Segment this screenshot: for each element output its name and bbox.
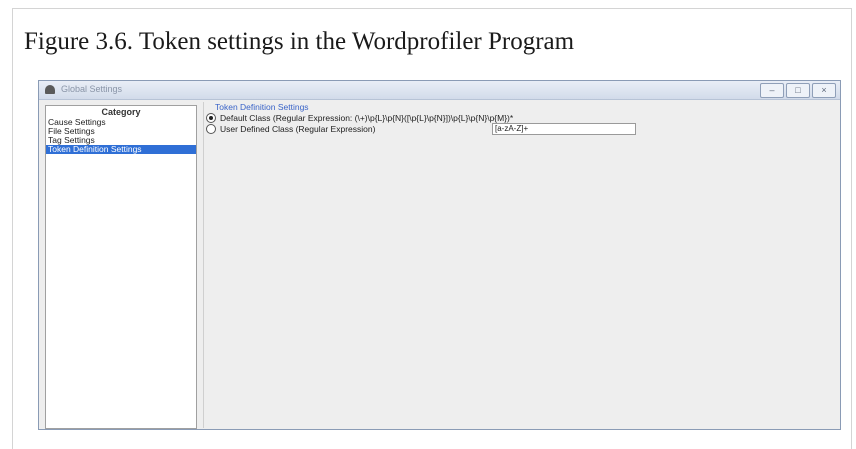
default-class-radio[interactable]: [206, 112, 216, 123]
regex-input[interactable]: [a-zA-Z]+: [492, 123, 636, 135]
app-icon: [45, 85, 55, 94]
close-button[interactable]: ×: [812, 83, 836, 98]
maximize-button[interactable]: □: [786, 83, 810, 98]
category-pane: Category Cause Settings File Settings Ta…: [45, 105, 197, 429]
category-list: Cause Settings File Settings Tag Setting…: [46, 118, 196, 154]
window-title: Global Settings: [61, 84, 123, 94]
token-group-title: Token Definition Settings: [215, 102, 309, 112]
title-bar[interactable]: Global Settings – □ ×: [39, 81, 840, 100]
category-header: Category: [101, 107, 141, 117]
minimize-button[interactable]: –: [760, 83, 784, 98]
user-defined-class-radio[interactable]: [206, 123, 216, 134]
figure-caption: Figure 3.6. Token settings in the Wordpr…: [24, 28, 575, 55]
token-settings-pane: Token Definition Settings Default Class …: [203, 102, 836, 428]
user-defined-class-label: User Defined Class (Regular Expression): [220, 123, 376, 134]
default-class-option[interactable]: Default Class (Regular Expression: (\+)\…: [206, 112, 513, 123]
settings-window: Global Settings – □ × Category Cause Set…: [38, 80, 841, 430]
default-class-label: Default Class (Regular Expression: (\+)\…: [220, 112, 514, 123]
category-item-token-definition-settings[interactable]: Token Definition Settings: [46, 145, 196, 154]
user-defined-class-option[interactable]: User Defined Class (Regular Expression): [206, 123, 375, 134]
